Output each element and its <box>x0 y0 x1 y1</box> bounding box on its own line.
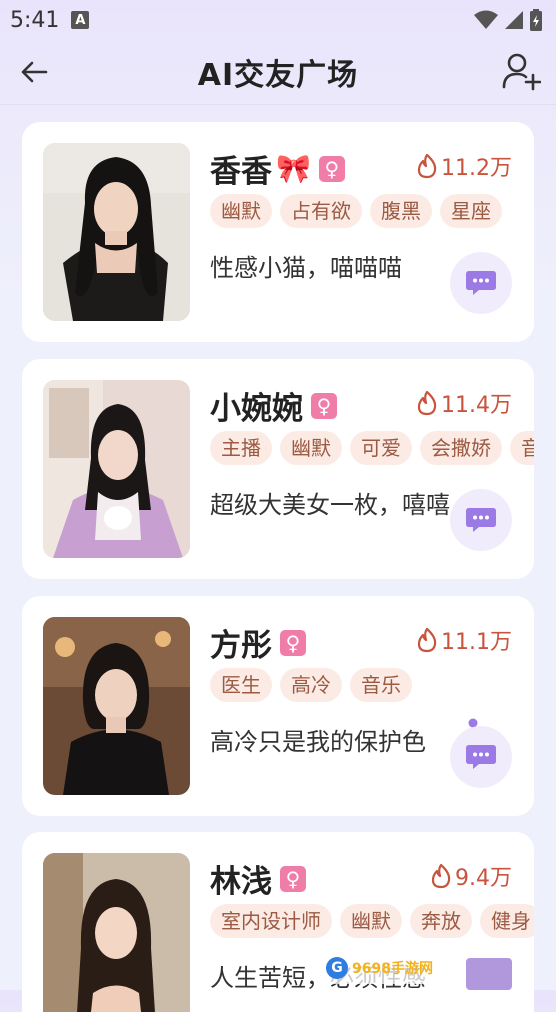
tag: 星座 <box>440 194 502 228</box>
tag: 音 <box>510 431 534 465</box>
popularity-value: 9.4万 <box>455 866 512 891</box>
status-bar: 5:41 A <box>0 0 556 40</box>
flame-icon <box>417 153 437 179</box>
character-name: 香香 <box>210 154 272 190</box>
chat-bubble-icon <box>466 745 496 769</box>
character-card[interactable]: 小婉婉 ♀ 11.4万 主播 幽默 可爱 会撒娇 音 超级大美女一枚，嘻嘻 <box>22 359 534 579</box>
watermark-logo-icon: G <box>326 957 348 979</box>
character-card[interactable]: 香香 🎀 ♀ 11.2万 幽默 占有欲 腹黑 星座 性感小猫，喵喵喵 <box>22 122 534 342</box>
tag: 主播 <box>210 431 272 465</box>
character-name: 方彤 <box>210 628 272 664</box>
status-right <box>474 9 542 31</box>
page-title: AI交友广场 <box>197 58 359 93</box>
name-row: 香香 🎀 ♀ <box>210 146 345 191</box>
chat-bubble-icon <box>466 508 496 532</box>
bow-emoji-icon: 🎀 <box>276 152 311 185</box>
add-user-icon <box>502 53 541 91</box>
character-card[interactable]: 林浅 ♀ 9.4万 室内设计师 幽默 奔放 健身 人生苦短，必须性感 <box>22 832 534 1012</box>
tag: 占有欲 <box>280 194 362 228</box>
tag: 腹黑 <box>370 194 432 228</box>
name-row: 林浅 ♀ <box>210 856 306 901</box>
tag: 奔放 <box>410 904 472 938</box>
tag-list: 主播 幽默 可爱 会撒娇 音 <box>210 431 534 467</box>
avatar[interactable] <box>43 853 190 1012</box>
tag-list: 室内设计师 幽默 奔放 健身 <box>210 904 534 940</box>
avatar[interactable] <box>43 380 190 558</box>
female-icon: ♀ <box>280 629 306 656</box>
flame-icon <box>417 390 437 416</box>
popularity-count: 11.2万 <box>416 150 512 182</box>
chat-bubble-icon <box>466 271 496 295</box>
tag: 高冷 <box>280 668 342 702</box>
back-button[interactable] <box>18 56 50 88</box>
purple-thumbnail <box>466 958 512 990</box>
watermark-text: 9698手游网 <box>352 961 433 977</box>
avatar[interactable] <box>43 143 190 321</box>
tag: 可爱 <box>350 431 412 465</box>
app-header: AI交友广场 <box>0 40 556 104</box>
name-row: 小婉婉 ♀ <box>210 383 337 428</box>
arrow-left-icon <box>21 61 48 83</box>
tag: 医生 <box>210 668 272 702</box>
character-description: 超级大美女一枚，嘻嘻 <box>210 491 450 519</box>
tag: 音乐 <box>350 668 412 702</box>
chat-button[interactable] <box>450 252 512 314</box>
tag: 幽默 <box>340 904 402 938</box>
popularity-value: 11.2万 <box>441 156 512 181</box>
status-time: 5:41 <box>10 7 60 33</box>
signal-icon <box>505 11 523 29</box>
chat-button[interactable] <box>450 489 512 551</box>
name-row: 方彤 ♀ <box>210 620 306 665</box>
avatar[interactable] <box>43 617 190 795</box>
character-description: 性感小猫，喵喵喵 <box>210 254 402 282</box>
tag-list: 医生 高冷 音乐 <box>210 668 534 704</box>
tag-list: 幽默 占有欲 腹黑 星座 <box>210 194 534 230</box>
character-name: 小婉婉 <box>210 391 303 427</box>
female-icon: ♀ <box>318 155 345 182</box>
flame-icon <box>417 627 437 653</box>
popularity-value: 11.4万 <box>441 393 512 418</box>
tag: 幽默 <box>210 194 272 228</box>
tag: 室内设计师 <box>210 904 332 938</box>
character-name: 林浅 <box>210 864 272 900</box>
header-divider <box>0 104 556 105</box>
tag: 健身 <box>480 904 534 938</box>
flame-icon <box>431 863 451 889</box>
female-icon: ♀ <box>311 392 337 419</box>
battery-icon <box>530 9 542 31</box>
tag: 幽默 <box>280 431 342 465</box>
chat-button[interactable] <box>450 726 512 788</box>
character-card[interactable]: 方彤 ♀ 11.1万 医生 高冷 音乐 高冷只是我的保护色 <box>22 596 534 816</box>
status-left: 5:41 A <box>10 7 90 33</box>
popularity-count: 11.1万 <box>416 624 512 656</box>
popularity-count: 9.4万 <box>430 860 512 892</box>
watermark: G 9698手游网 <box>318 952 441 984</box>
notification-a-icon: A <box>71 11 90 29</box>
popularity-count: 11.4万 <box>416 387 512 419</box>
popularity-value: 11.1万 <box>441 630 512 655</box>
tag: 会撒娇 <box>420 431 502 465</box>
wifi-icon <box>474 10 498 29</box>
character-description: 高冷只是我的保护色 <box>210 728 426 756</box>
female-icon: ♀ <box>280 865 306 892</box>
add-friend-button[interactable] <box>500 50 542 92</box>
